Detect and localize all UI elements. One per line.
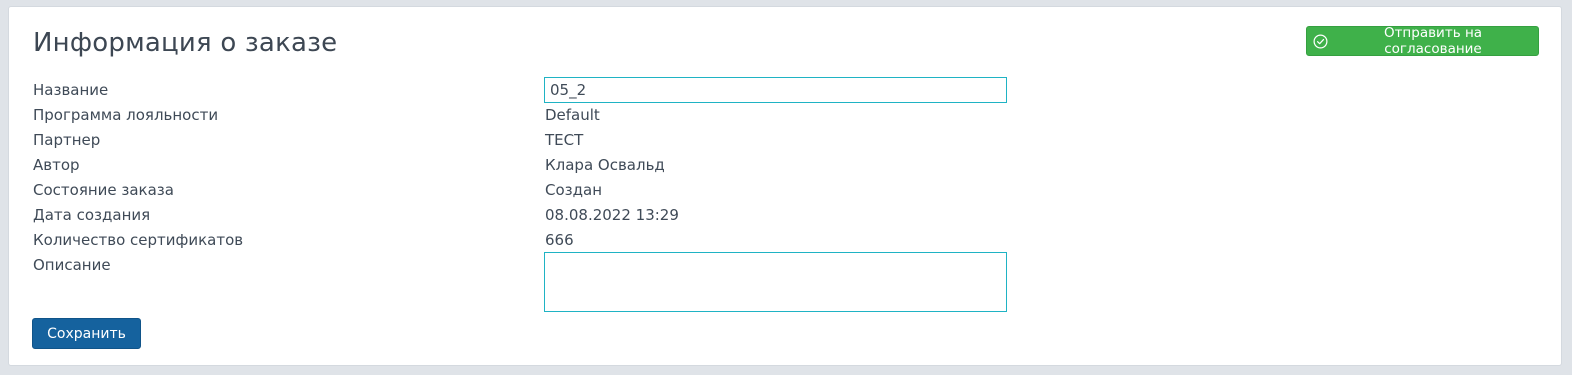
name-input[interactable] [544,77,1007,103]
field-row-partner: Партнер ТЕСТ [33,128,1033,153]
description-label: Описание [33,256,111,274]
page-title: Информация о заказе [33,28,338,58]
partner-value: ТЕСТ [545,131,584,149]
field-row-created-date: Дата создания 08.08.2022 13:29 [33,203,1033,228]
name-label: Название [33,81,109,99]
description-textarea[interactable] [544,252,1007,312]
send-for-approval-label: Отправить на согласование [1383,25,1483,57]
save-button[interactable]: Сохранить [32,318,141,349]
certificate-count-value: 666 [545,231,574,249]
check-circle-icon [1313,34,1328,49]
field-row-loyalty-program: Программа лояльности Default [33,103,1033,128]
certificate-count-label: Количество сертификатов [33,231,244,249]
author-label: Автор [33,156,80,174]
field-row-certificate-count: Количество сертификатов 666 [33,228,1033,253]
send-for-approval-button[interactable]: Отправить на согласование [1306,25,1539,57]
created-date-value: 08.08.2022 13:29 [545,206,679,224]
field-row-status: Состояние заказа Создан [33,178,1033,203]
status-value: Создан [545,181,602,199]
loyalty-program-label: Программа лояльности [33,106,219,124]
partner-label: Партнер [33,131,101,149]
field-row-author: Автор Клара Освальд [33,153,1033,178]
author-value: Клара Освальд [545,156,665,174]
created-date-label: Дата создания [33,206,151,224]
loyalty-program-value: Default [545,106,600,124]
status-label: Состояние заказа [33,181,174,199]
order-info-card: Информация о заказе Отправить на согласо… [8,6,1562,366]
